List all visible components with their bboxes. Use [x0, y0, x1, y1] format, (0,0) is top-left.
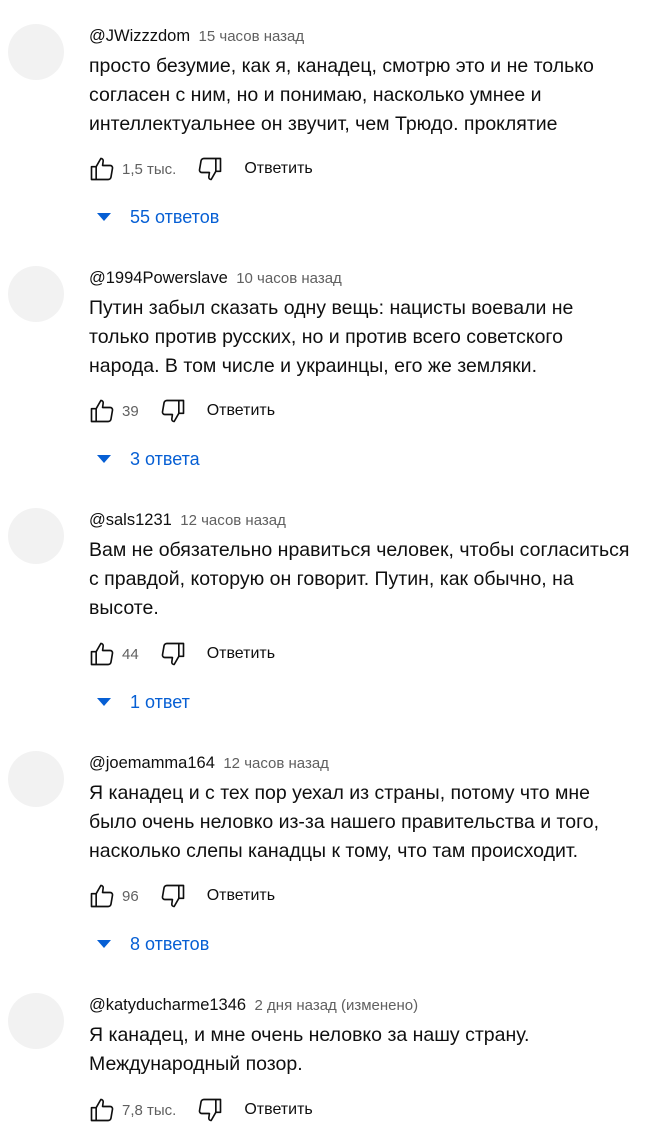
comment-time[interactable]: 2 дня назад (изменено) — [255, 997, 419, 1014]
reply-button[interactable]: Ответить — [207, 887, 275, 905]
thumb-down-icon — [199, 1098, 222, 1122]
comment-author[interactable]: @katyducharme1346 — [89, 996, 246, 1014]
thumb-down-icon — [199, 157, 222, 181]
comment-actions: 96 Ответить — [84, 878, 275, 914]
reply-button[interactable]: Ответить — [244, 160, 312, 178]
comment-header: @1994Powerslave 10 часов назад — [89, 266, 342, 290]
comment-time[interactable]: 12 часов назад — [223, 755, 329, 772]
thumb-up-icon — [90, 642, 114, 666]
caret-down-icon — [92, 932, 116, 956]
avatar[interactable] — [8, 266, 64, 322]
comment-header: @sals1231 12 часов назад — [89, 508, 286, 532]
comment-actions: 7,8 тыс. Ответить — [84, 1092, 313, 1128]
avatar[interactable] — [8, 24, 64, 80]
comment-text: Путин забыл сказать одну вещь: нацисты в… — [89, 294, 650, 381]
thumb-up-icon — [90, 157, 114, 181]
avatar[interactable] — [8, 508, 64, 564]
comment-text-line: Я канадец и с тех пор уехал из страны, п… — [89, 782, 591, 804]
comment-time[interactable]: 10 часов назад — [236, 270, 342, 287]
comment-text: Я канадец, и мне очень неловко за нашу с… — [89, 1021, 650, 1079]
avatar[interactable] — [8, 993, 64, 1049]
comment-time[interactable]: 15 часов назад — [199, 28, 305, 45]
comment-actions: 1,5 тыс. Ответить — [84, 151, 313, 187]
dislike-button[interactable] — [155, 393, 191, 429]
thumb-down-icon — [161, 399, 185, 423]
comment-text: Я канадец и с тех пор уехал из страны, п… — [89, 779, 650, 866]
comment-author[interactable]: @sals1231 — [89, 511, 172, 529]
comment-text-line: интеллектуальнее он звучит, чем Трюдо. п… — [89, 113, 558, 135]
like-button[interactable] — [84, 636, 120, 672]
thumb-up-icon — [90, 884, 114, 908]
like-count: 96 — [122, 887, 139, 905]
caret-down-icon — [92, 447, 116, 471]
like-count: 7,8 тыс. — [122, 1101, 177, 1119]
comment-author[interactable]: @joemamma164 — [89, 754, 215, 772]
comment-text-line: просто безумие, как я, канадец, смотрю э… — [89, 55, 594, 77]
dislike-button[interactable] — [192, 1092, 228, 1128]
comment-actions: 44 Ответить — [84, 636, 275, 672]
view-replies-button[interactable]: 55 ответов — [92, 201, 219, 233]
caret-down-icon — [92, 205, 116, 229]
thumb-up-icon — [90, 399, 114, 423]
avatar[interactable] — [8, 751, 64, 807]
thumb-down-icon — [161, 642, 185, 666]
comment-text-line: насколько слепы канадцы к тому, что там … — [89, 840, 579, 862]
like-count: 39 — [122, 402, 139, 420]
comment-text-line: было очень неловко из-за нашего правител… — [89, 811, 600, 833]
thumb-down-icon — [161, 884, 185, 908]
reply-button[interactable]: Ответить — [244, 1101, 312, 1119]
comment-header: @joemamma164 12 часов назад — [89, 751, 329, 775]
dislike-button[interactable] — [155, 636, 191, 672]
comment-text-line: с правдой, которую он говорит. Путин, ка… — [89, 568, 574, 590]
dislike-button[interactable] — [192, 151, 228, 187]
reply-button[interactable]: Ответить — [207, 645, 275, 663]
replies-count: 8 ответов — [130, 933, 210, 954]
comment-header: @JWizzzdom 15 часов назад — [89, 24, 304, 48]
comment-text: просто безумие, как я, канадец, смотрю э… — [89, 52, 650, 139]
caret-down-icon — [92, 690, 116, 714]
comment-text-line: согласен с ним, но и понимаю, насколько … — [89, 84, 542, 106]
comment-header: @katyducharme1346 2 дня назад (изменено) — [89, 993, 418, 1017]
comment-text-line: Путин забыл сказать одну вещь: нацисты в… — [89, 297, 574, 319]
comment-text-line: Вам не обязательно нравиться человек, чт… — [89, 539, 630, 561]
view-replies-button[interactable]: 3 ответа — [92, 443, 200, 475]
like-button[interactable] — [84, 1092, 120, 1128]
like-button[interactable] — [84, 393, 120, 429]
comment-author[interactable]: @1994Powerslave — [89, 269, 228, 287]
view-replies-button[interactable]: 1 ответ — [92, 686, 190, 718]
comment-text-line: Я канадец, и мне очень неловко за нашу с… — [89, 1024, 530, 1046]
like-button[interactable] — [84, 151, 120, 187]
comment-text-line: высоте. — [89, 597, 159, 619]
like-count: 1,5 тыс. — [122, 160, 177, 178]
replies-count: 3 ответа — [130, 448, 200, 469]
comment-text-line: Международный позор. — [89, 1053, 303, 1075]
replies-count: 1 ответ — [130, 691, 190, 712]
dislike-button[interactable] — [155, 878, 191, 914]
comment-time[interactable]: 12 часов назад — [180, 512, 286, 529]
thumb-up-icon — [90, 1098, 114, 1122]
replies-count: 55 ответов — [130, 206, 220, 227]
comment-author[interactable]: @JWizzzdom — [89, 27, 190, 45]
reply-button[interactable]: Ответить — [207, 402, 275, 420]
comment-actions: 39 Ответить — [84, 393, 275, 429]
like-button[interactable] — [84, 878, 120, 914]
view-replies-button[interactable]: 8 ответов — [92, 928, 209, 960]
comment-text-line: народа. В том числе и украинцы, его же з… — [89, 355, 537, 377]
comment-text-line: только против русских, но и против всего… — [89, 326, 563, 348]
like-count: 44 — [122, 645, 139, 663]
comment-text: Вам не обязательно нравиться человек, чт… — [89, 536, 650, 623]
